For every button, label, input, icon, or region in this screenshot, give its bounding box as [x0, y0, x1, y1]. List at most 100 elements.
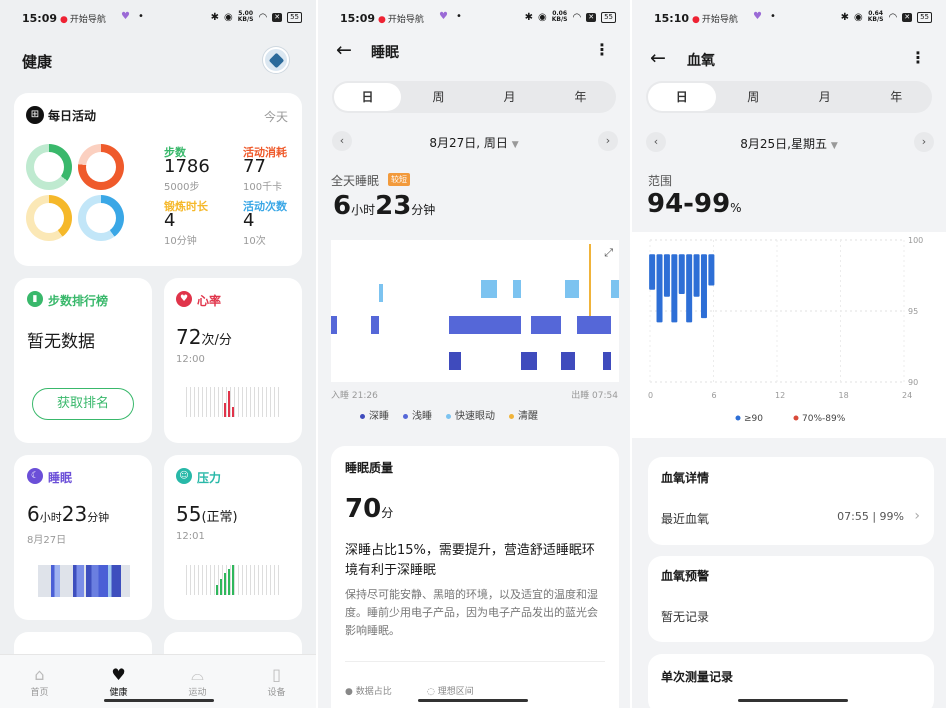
calories-ring	[78, 144, 124, 190]
wifi-icon: ◠	[258, 11, 268, 23]
steps-value: 1786	[164, 156, 210, 177]
shoe-icon: ⌓	[191, 665, 204, 684]
wifi-icon: ◠	[572, 11, 582, 23]
activity-icon: ⊞	[26, 106, 44, 124]
advice-main: 深睡占比15%，需要提升，营造舒适睡眠环境有利于深睡眠	[345, 543, 595, 578]
tab-day[interactable]: 日	[334, 83, 401, 111]
date-label: 8月25日,星期五	[740, 137, 827, 151]
stress-card[interactable]: ☺ 压力 55(正常) 12:01	[164, 455, 302, 620]
sleep-stage-segment	[331, 316, 337, 334]
spo2-chart: 100 95 90 0 6 12 18 24 ≥90 70%-89%	[648, 236, 923, 424]
navigation-text: 开始导航	[387, 15, 424, 25]
date-selector[interactable]: 8月27日, 周日 ▼	[318, 134, 630, 151]
health-notification-icon: ♥	[439, 11, 448, 22]
sleep-stage-segment	[499, 316, 513, 334]
heart-rate-card[interactable]: ♥ 心率 72次/分 12:00	[164, 278, 302, 443]
back-arrow-icon[interactable]: ←	[650, 47, 666, 69]
home-indicator[interactable]	[418, 699, 528, 702]
page-title: 睡眠	[371, 45, 399, 61]
spo2-detail-title: 血氧详情	[661, 471, 710, 485]
next-day-button[interactable]: ›	[598, 131, 618, 151]
legend-rem: 快速眼动	[446, 407, 495, 422]
more-options-icon[interactable]: ⋮	[910, 48, 926, 67]
spo2-warning-card[interactable]: 血氧预警 暂无记录	[648, 556, 934, 642]
foot-data-share: ● 数据占比	[345, 687, 392, 697]
total-minutes: 23	[375, 191, 412, 221]
steps-goal: 5000步	[164, 182, 200, 193]
legend-awake: 清醒	[509, 407, 538, 422]
get-ranking-button[interactable]: 获取排名	[32, 388, 134, 420]
foot-ideal-range: ◌ 理想区间	[427, 687, 474, 697]
sleep-stage-segment	[371, 316, 379, 334]
tab-year[interactable]: 年	[863, 83, 931, 111]
back-arrow-icon[interactable]: ←	[336, 39, 352, 61]
tab-month[interactable]: 月	[791, 83, 859, 111]
heart-rate-title: 心率	[197, 294, 222, 308]
next-day-button[interactable]: ›	[914, 132, 934, 152]
home-indicator[interactable]	[104, 699, 214, 702]
step-ranking-card[interactable]: ▮ 步数排行榜 暂无数据 获取排名	[14, 278, 152, 443]
tab-device[interactable]: ▯ 设备	[237, 655, 316, 708]
location-pin-icon: ●	[378, 15, 386, 25]
sleep-score: 70分	[345, 494, 393, 524]
spo2-detail-card[interactable]: 血氧详情 最近血氧 07:55 | 99% ›	[648, 457, 934, 545]
tab-week[interactable]: 周	[405, 83, 472, 111]
tab-day[interactable]: 日	[648, 83, 716, 111]
spo2-bar	[656, 254, 663, 323]
today-label: 今天	[263, 110, 288, 124]
watch-icon: ▯	[272, 665, 281, 684]
heart-icon: ♥	[176, 291, 192, 307]
sleep-stage-segment	[561, 352, 575, 370]
sleep-minutes: 23	[61, 502, 88, 526]
status-bar: 15:10 ● 开始导航 ♥ • ✱ ◉ 0.64 KB/S ◠ ✕ 55	[632, 0, 946, 36]
sleep-stage-segment	[449, 352, 461, 370]
sleep-hours: 6	[27, 502, 40, 526]
wifi-icon: ◠	[888, 11, 898, 23]
moon-icon: ☾	[27, 468, 43, 484]
tab-home[interactable]: ⌂ 首页	[0, 655, 79, 708]
status-time: 15:09	[22, 12, 58, 25]
stress-title: 压力	[197, 471, 222, 485]
sleep-quality-title: 睡眠质量	[345, 461, 394, 475]
sleep-mini-chart	[38, 565, 130, 597]
legend-light: 浅睡	[403, 407, 432, 422]
spo2-bar	[708, 254, 715, 286]
bluetooth-icon: ✱	[840, 11, 849, 23]
spo2-bar	[686, 254, 693, 323]
status-indicators: ✱ ◉ 5.00 KB/S ◠ ✕ 55	[211, 11, 302, 23]
stress-mini-chart	[186, 565, 280, 595]
battery-indicator: 55	[287, 11, 302, 23]
home-indicator[interactable]	[738, 699, 848, 702]
tab-week[interactable]: 周	[720, 83, 788, 111]
chevron-right-icon: ›	[914, 508, 920, 524]
navigation-text: 开始导航	[69, 15, 106, 25]
exercise-ring	[26, 195, 72, 241]
tab-month[interactable]: 月	[476, 83, 543, 111]
single-measurement-title: 单次测量记录	[661, 670, 734, 684]
more-options-icon[interactable]: ⋮	[594, 40, 610, 59]
daily-activity-card[interactable]: ⊞ 每日活动 今天 步数 1786 5000步 活动消耗 77 100千卡 锻炼…	[14, 93, 302, 266]
spo2-warning-value: 暂无记录	[661, 610, 710, 624]
bluetooth-icon: ✱	[210, 11, 219, 23]
tab-year[interactable]: 年	[547, 83, 614, 111]
date-selector[interactable]: 8月25日,星期五 ▼	[632, 135, 946, 152]
spo2-bar	[693, 254, 700, 297]
home-icon: ⌂	[34, 665, 45, 684]
health-notification-icon: ♥	[753, 11, 762, 22]
network-speed: 0.06 KB/S	[551, 10, 568, 23]
avatar[interactable]	[263, 47, 289, 73]
sleep-duration: 6小时23分钟	[27, 502, 109, 526]
bluetooth-icon: ✱	[524, 11, 533, 23]
sleep-card[interactable]: ☾ 睡眠 6小时23分钟 8月27日	[14, 455, 152, 620]
location-icon: ◉	[853, 11, 863, 23]
battery-indicator: 55	[601, 11, 616, 23]
expand-icon[interactable]: ⤢	[604, 246, 613, 260]
avatar-logo-icon	[268, 52, 285, 69]
x-tick-label: 0	[648, 391, 653, 400]
tab-health-label: 健康	[109, 688, 128, 698]
recent-spo2-label: 最近血氧	[661, 512, 710, 526]
recent-spo2-value: 07:55 | 99%	[837, 510, 904, 523]
sleep-date: 8月27日	[27, 535, 67, 546]
exercise-goal: 10分钟	[164, 236, 197, 247]
steps-ring	[26, 144, 72, 190]
